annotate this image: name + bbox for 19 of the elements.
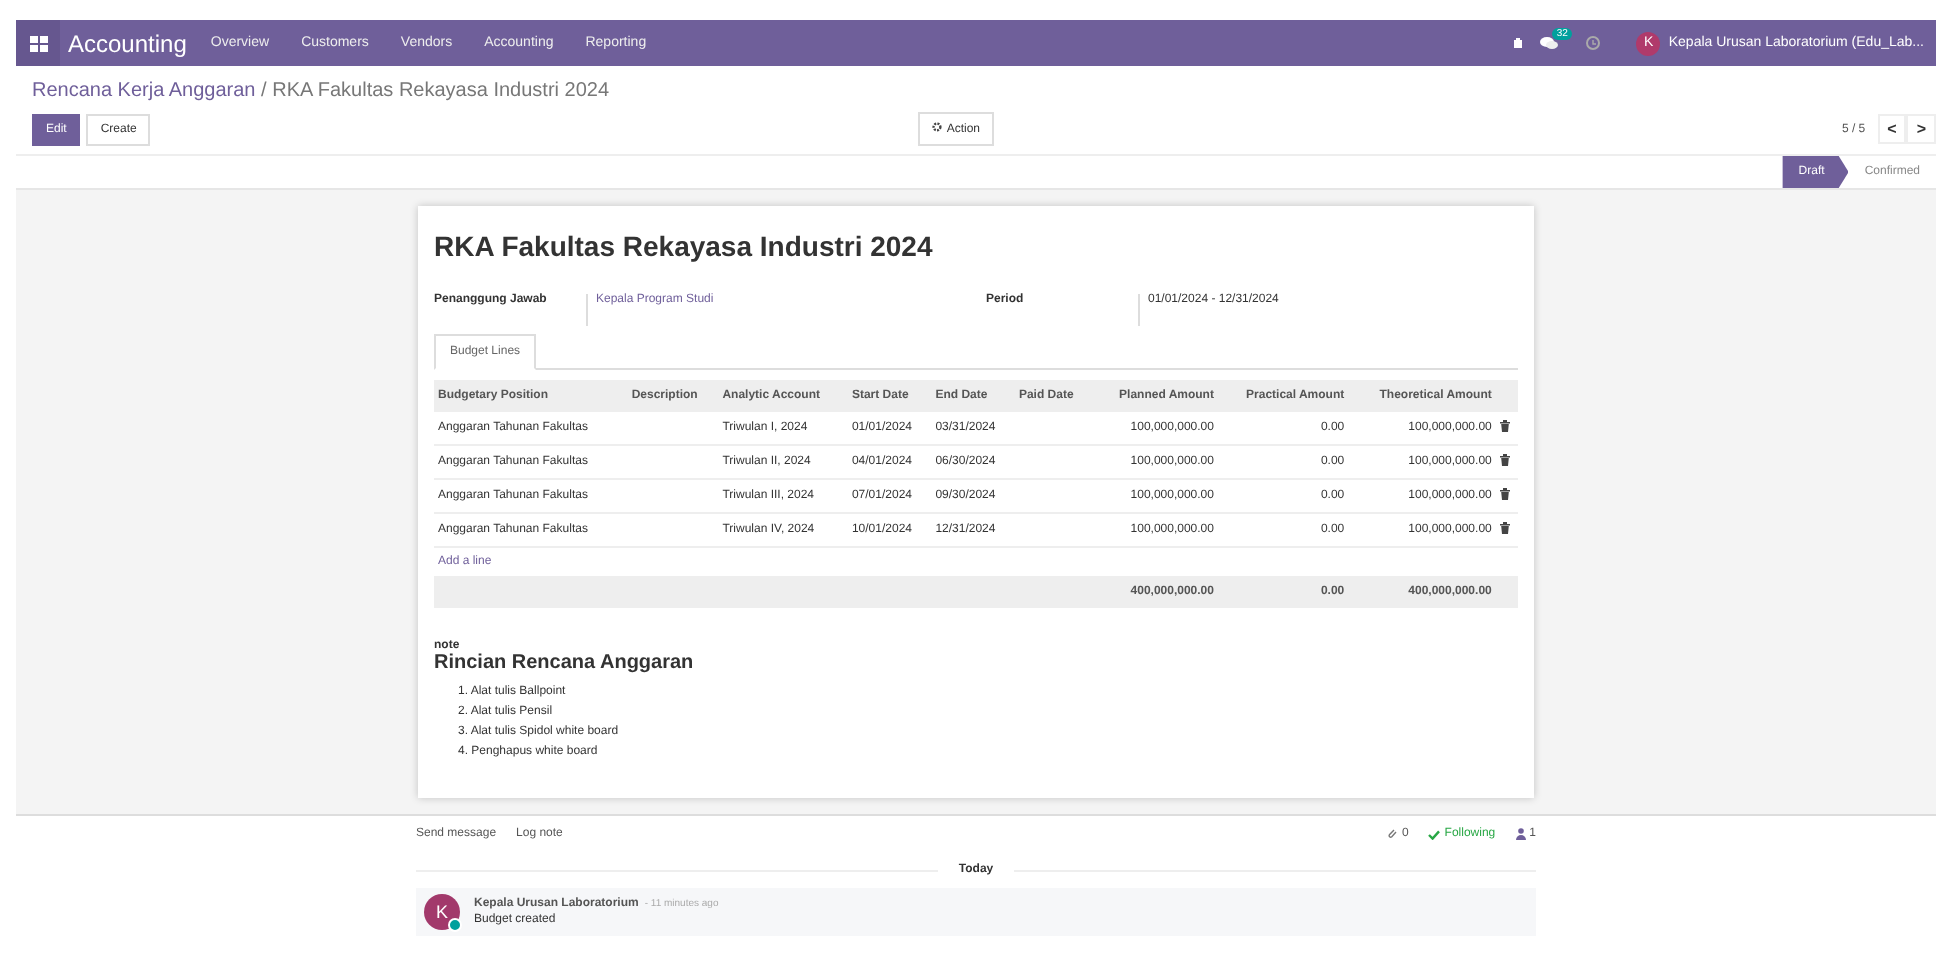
record-title: RKA Fakultas Rekayasa Industri 2024 <box>434 230 935 262</box>
author-avatar: K <box>424 894 460 930</box>
apps-menu-icon[interactable] <box>29 35 47 51</box>
next-button[interactable]: > <box>1906 114 1936 144</box>
breadcrumb-current: RKA Fakultas Rekayasa Industri 2024 <box>272 80 610 102</box>
app-title[interactable]: Accounting <box>68 29 187 57</box>
trash-icon[interactable] <box>1499 522 1510 534</box>
trash-icon[interactable] <box>1499 454 1510 466</box>
note-heading: Rincian Rencana Anggaran <box>434 652 696 674</box>
person-icon[interactable] <box>1515 828 1526 840</box>
breadcrumb-link[interactable]: Rencana Kerja Anggaran <box>32 80 256 102</box>
paperclip-icon[interactable] <box>1387 828 1398 840</box>
check-icon <box>1428 829 1441 839</box>
breadcrumb-separator: / <box>261 80 267 102</box>
chat-icon[interactable] <box>1540 36 1559 50</box>
gear-icon <box>932 122 943 132</box>
trash-icon[interactable] <box>1499 420 1510 432</box>
trash-icon[interactable] <box>1499 488 1510 500</box>
previous-button[interactable]: < <box>1877 114 1907 144</box>
